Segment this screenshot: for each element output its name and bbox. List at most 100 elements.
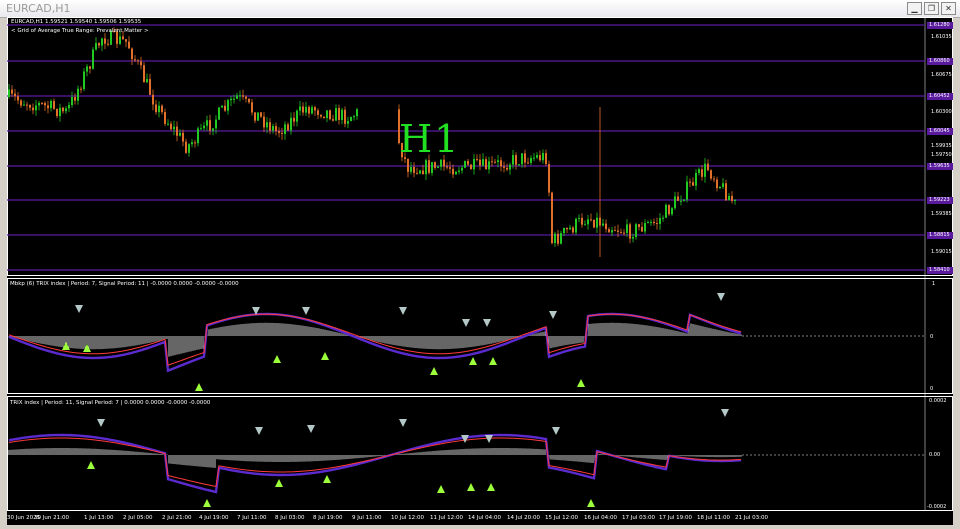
buy-arrow-icon (467, 483, 475, 491)
sell-arrow-icon (721, 409, 729, 417)
candle-body (665, 204, 667, 218)
candle-body (272, 126, 274, 131)
candle-body (686, 181, 688, 200)
candle-body (14, 93, 16, 97)
buy-arrow-icon (321, 352, 329, 360)
candle-body (452, 168, 454, 175)
signal-line (8, 437, 742, 488)
candle-body (509, 164, 511, 170)
candle-body (188, 144, 190, 153)
candle-body (80, 88, 82, 90)
candle-body (107, 43, 109, 45)
candle-body (65, 108, 67, 112)
candle-body (680, 200, 682, 202)
time-tick-label: 2 Jul 21:00 (162, 515, 192, 521)
candle-body (95, 43, 97, 50)
candle-body (143, 65, 145, 83)
candle-body (302, 106, 304, 113)
candle-body (266, 122, 268, 128)
buy-arrow-icon (469, 357, 477, 365)
candle-body (248, 98, 250, 103)
candle-body (167, 123, 169, 125)
candle-body (20, 100, 22, 106)
candle-body (536, 155, 538, 158)
candle-body (584, 224, 586, 226)
time-tick-label: 9 Jul 11:00 (352, 515, 382, 521)
sell-arrow-icon (97, 419, 105, 427)
price-tick-label: 1.59015 (931, 249, 952, 255)
candle-body (563, 227, 565, 234)
candle-body (683, 199, 685, 201)
candle-body (170, 123, 172, 130)
sell-arrow-icon (252, 307, 260, 315)
candle-body (32, 107, 34, 111)
buy-arrow-icon (87, 461, 95, 469)
candle-body (242, 95, 244, 97)
candle-body (203, 125, 205, 129)
candle-body (590, 219, 592, 221)
candle-body (209, 120, 211, 131)
buy-arrow-icon (62, 342, 70, 350)
candle-body (185, 141, 187, 153)
candle-body (623, 232, 625, 234)
candle-body (101, 38, 103, 46)
candle-body (575, 218, 577, 233)
candle-body (488, 161, 490, 170)
candle-body (215, 119, 217, 129)
candle-body (692, 182, 694, 186)
buy-arrow-icon (83, 344, 91, 352)
grid-line-price-label: 1.59635 (927, 163, 953, 170)
candle-body (542, 153, 544, 161)
candle-body (290, 117, 292, 131)
price-tick-label: 1.60300 (931, 109, 952, 115)
candle-body (41, 102, 43, 104)
candle-body (545, 153, 547, 165)
candle-body (311, 107, 313, 114)
candle-body (524, 153, 526, 163)
candle-body (137, 60, 139, 62)
candle-body (53, 100, 55, 109)
candle-body (50, 100, 52, 109)
candle-body (701, 169, 703, 177)
candle-body (227, 100, 229, 111)
candle-body (566, 227, 568, 230)
minimize-button[interactable]: ▁ (907, 2, 922, 15)
candle-body (476, 159, 478, 161)
candle-body (11, 89, 13, 94)
candle-body (674, 196, 676, 209)
candle-body (419, 170, 421, 174)
candle-body (284, 124, 286, 134)
buy-arrow-icon (195, 383, 203, 391)
chart-canvas[interactable]: EURCAD,H1 1.59521 1.59540 1.59506 1.5953… (7, 17, 953, 525)
candle-body (23, 104, 25, 106)
candle-body (98, 43, 100, 46)
candle-body (644, 222, 646, 232)
candle-body (125, 39, 127, 42)
sell-arrow-icon (461, 435, 469, 443)
candle-body (350, 117, 352, 122)
candle-body (659, 218, 661, 224)
candle-body (614, 230, 616, 232)
candle-body (560, 233, 562, 244)
candle-body (458, 170, 460, 172)
candle-body (431, 162, 433, 173)
candle-body (59, 107, 61, 117)
buy-arrow-icon (587, 499, 595, 507)
candle-body (296, 110, 298, 122)
sell-arrow-icon (302, 307, 310, 315)
buy-arrow-icon (489, 357, 497, 365)
grid-line-price-label: 1.60860 (927, 58, 953, 65)
candle-body (329, 110, 331, 120)
close-button[interactable]: ✕ (941, 2, 956, 15)
window-titlebar: EURCAD,H1 ▁ ❐ ✕ (0, 0, 960, 18)
candle-body (425, 160, 427, 175)
candle-body (494, 161, 496, 163)
time-tick-label: 16 Jul 04:00 (584, 515, 617, 521)
candle-body (119, 36, 121, 44)
maximize-button[interactable]: ❐ (924, 2, 939, 15)
candle-body (323, 116, 325, 118)
candle-body (704, 163, 706, 177)
candle-body (245, 96, 247, 99)
time-tick-label: 1 Jul 13:00 (84, 515, 114, 521)
candle-body (320, 114, 322, 117)
